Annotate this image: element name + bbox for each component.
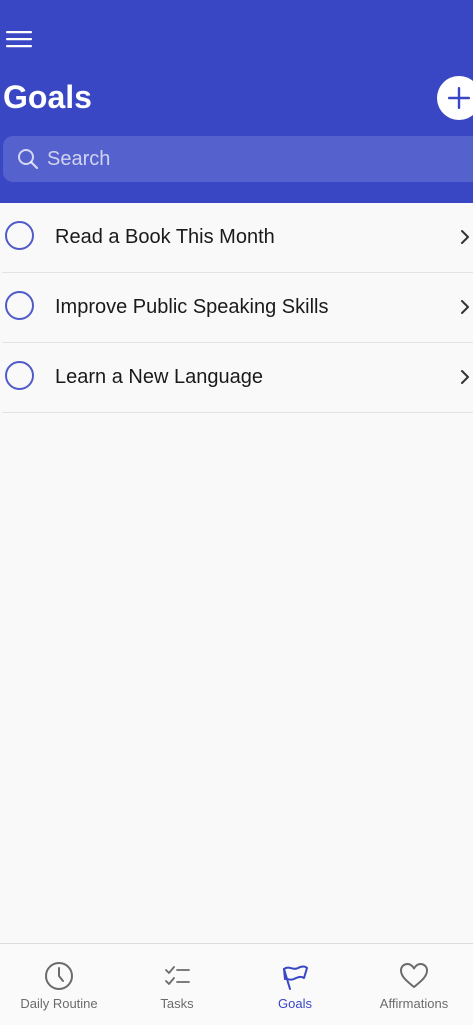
page-title: Goals — [3, 79, 92, 115]
chevron-right-icon — [461, 370, 469, 384]
goal-label: Learn a New Language — [55, 366, 263, 388]
tab-tasks[interactable]: Tasks — [118, 944, 236, 1025]
goal-complete-toggle[interactable] — [5, 221, 34, 250]
tab-label: Affirmations — [379, 996, 449, 1011]
goal-row[interactable]: Read a Book This Month — [2, 203, 473, 273]
search-bar[interactable] — [3, 136, 473, 182]
tab-goals[interactable]: Goals — [236, 944, 354, 1025]
goal-label: Improve Public Speaking Skills — [55, 296, 329, 318]
menu-button[interactable] — [4, 26, 34, 52]
tab-affirmations[interactable]: Affirmations — [355, 944, 473, 1025]
hamburger-icon — [6, 31, 32, 48]
add-goal-button[interactable] — [437, 76, 473, 120]
chevron-right-icon — [461, 300, 469, 314]
tab-daily-routine[interactable]: Daily Routine — [0, 944, 118, 1025]
tab-label: Tasks — [160, 996, 194, 1011]
heart-icon — [400, 963, 428, 988]
goal-row[interactable]: Learn a New Language — [2, 343, 473, 413]
plus-icon — [448, 87, 470, 109]
goal-list: Read a Book This Month Improve Public Sp… — [0, 203, 473, 413]
clock-icon — [45, 962, 73, 990]
goal-complete-toggle[interactable] — [5, 291, 34, 320]
checklist-icon — [165, 966, 190, 985]
header-bar: Goals — [0, 0, 473, 203]
search-icon — [18, 149, 39, 170]
goal-label: Read a Book This Month — [55, 226, 275, 248]
flag-icon — [283, 965, 308, 990]
tab-label: Goals — [278, 996, 312, 1011]
chevron-right-icon — [461, 230, 469, 244]
tab-label: Daily Routine — [20, 996, 98, 1011]
bottom-tab-bar: Daily Routine Tasks Goals Affirmations — [0, 943, 473, 1025]
search-input[interactable] — [47, 136, 447, 182]
goal-complete-toggle[interactable] — [5, 361, 34, 390]
goal-row[interactable]: Improve Public Speaking Skills — [2, 273, 473, 343]
